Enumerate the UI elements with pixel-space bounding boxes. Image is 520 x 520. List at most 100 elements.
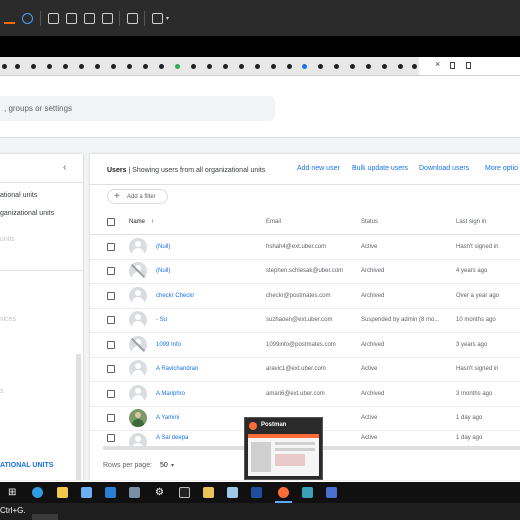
tab-favicon[interactable] bbox=[77, 59, 85, 73]
row-checkbox[interactable] bbox=[107, 292, 115, 300]
tab-favicon[interactable] bbox=[45, 59, 53, 73]
select-all-checkbox[interactable] bbox=[107, 218, 115, 226]
mail-icon[interactable] bbox=[105, 487, 116, 498]
user-name[interactable]: (Null) bbox=[156, 244, 170, 250]
edge-icon[interactable] bbox=[32, 487, 43, 498]
row-checkbox[interactable] bbox=[107, 434, 115, 442]
user-name[interactable]: (Null) bbox=[156, 268, 170, 274]
row-checkbox[interactable] bbox=[107, 390, 115, 398]
table-row[interactable]: A Mariphro amari6@ext.uber.com Archived … bbox=[90, 382, 520, 407]
table-row[interactable]: - Su suzhaoen@ext.uber.com Suspended by … bbox=[90, 308, 520, 333]
timer-icon[interactable] bbox=[22, 13, 33, 24]
column-status[interactable]: Status bbox=[361, 219, 378, 225]
layout-center-icon[interactable] bbox=[84, 13, 95, 24]
toolbar-dropdown-icon[interactable]: ▾ bbox=[166, 15, 169, 22]
tab-favicon[interactable] bbox=[364, 59, 372, 73]
tab-favicon[interactable] bbox=[285, 59, 293, 73]
users-subtitle: | Showing users from all organizational … bbox=[128, 167, 266, 174]
table-row[interactable]: checkr Checkr checkr@postmates.com Archi… bbox=[90, 284, 520, 309]
sidebar-item-sub-org-units[interactable]: ganizational units bbox=[0, 210, 54, 217]
user-name[interactable]: A Sai deepa bbox=[156, 435, 188, 441]
tab-favicon[interactable] bbox=[93, 59, 101, 73]
user-name[interactable]: A Mariphro bbox=[156, 391, 185, 397]
tab-favicon[interactable] bbox=[205, 59, 213, 73]
start-icon[interactable]: ⊞ bbox=[8, 487, 19, 498]
column-name[interactable]: Name bbox=[129, 219, 145, 225]
dot-icon bbox=[349, 63, 355, 69]
tab-favicon[interactable] bbox=[125, 59, 133, 73]
row-checkbox[interactable] bbox=[107, 316, 115, 324]
app-icon[interactable] bbox=[302, 487, 313, 498]
taskbar-preview-postman[interactable]: Postman bbox=[244, 417, 323, 480]
table-row[interactable]: (Null) stephen.schlesak@uber.com Archive… bbox=[90, 259, 520, 284]
file-explorer-icon[interactable] bbox=[57, 487, 68, 498]
tab-favicon[interactable] bbox=[13, 59, 21, 73]
tab-favicon[interactable] bbox=[348, 59, 356, 73]
chevron-down-icon[interactable]: ▾ bbox=[171, 462, 174, 469]
tab-favicon[interactable] bbox=[253, 59, 261, 73]
sidebar-org-units-footer[interactable]: ATIONAL UNITS bbox=[0, 462, 53, 469]
tab-favicon[interactable] bbox=[61, 59, 69, 73]
tab-favicon[interactable] bbox=[396, 59, 404, 73]
more-options-button[interactable]: More optio bbox=[485, 165, 518, 172]
tab-favicon[interactable] bbox=[316, 59, 324, 73]
tab-favicon[interactable] bbox=[221, 59, 229, 73]
add-filter-button[interactable]: + Add a filter bbox=[107, 189, 168, 204]
tab-favicon[interactable] bbox=[332, 59, 340, 73]
settings-gear-icon[interactable]: ⚙ bbox=[155, 487, 166, 498]
column-last-sign-in[interactable]: Last sign in bbox=[456, 219, 486, 225]
tab-favicon[interactable] bbox=[29, 59, 37, 73]
terminal-icon[interactable] bbox=[127, 13, 138, 24]
table-row[interactable]: (Null) hshah4@ext.uber.com Active Hasn't… bbox=[90, 235, 520, 260]
tab-favicon[interactable] bbox=[269, 59, 277, 73]
row-checkbox[interactable] bbox=[107, 365, 115, 373]
user-name[interactable]: A Yamini bbox=[156, 415, 179, 421]
postman-taskbar-icon[interactable] bbox=[278, 487, 289, 498]
search-bar[interactable]: , groups or settings bbox=[0, 96, 275, 121]
table-row[interactable]: 1099 Info 1099info@postmates.com Archive… bbox=[90, 333, 520, 358]
row-checkbox[interactable] bbox=[107, 243, 115, 251]
layout-right-icon[interactable] bbox=[102, 13, 113, 24]
user-name[interactable]: A Ravichandran bbox=[156, 366, 198, 372]
user-name[interactable]: - Su bbox=[156, 317, 167, 323]
rows-per-page-select[interactable]: 50 bbox=[160, 462, 168, 469]
tab-favicon[interactable] bbox=[0, 59, 8, 73]
add-new-user-button[interactable]: Add new user bbox=[297, 165, 340, 172]
layout-bottom-icon[interactable] bbox=[66, 13, 77, 24]
sidebar-scrollbar[interactable] bbox=[76, 354, 81, 480]
app-icon[interactable] bbox=[129, 487, 140, 498]
sidebar-item-org-units[interactable]: ational units bbox=[0, 192, 37, 199]
close-icon[interactable]: × bbox=[435, 59, 440, 69]
tab-favicon[interactable] bbox=[189, 59, 197, 73]
tab-favicon[interactable] bbox=[410, 59, 418, 73]
row-checkbox[interactable] bbox=[107, 414, 115, 422]
sort-arrow-icon[interactable]: ↑ bbox=[151, 219, 154, 225]
tab-favicon[interactable] bbox=[173, 59, 181, 73]
row-checkbox[interactable] bbox=[107, 267, 115, 275]
layout-left-icon[interactable] bbox=[48, 13, 59, 24]
bulk-update-users-button[interactable]: Bulk update users bbox=[352, 165, 408, 172]
expand-icon[interactable] bbox=[152, 13, 163, 24]
folder-icon[interactable] bbox=[203, 487, 214, 498]
store-icon[interactable] bbox=[81, 487, 92, 498]
tab-favicon[interactable] bbox=[300, 59, 308, 73]
terminal-app-icon[interactable] bbox=[179, 487, 190, 498]
tab-favicon[interactable] bbox=[380, 59, 388, 73]
tab-favicon[interactable] bbox=[109, 59, 117, 73]
collapse-icon[interactable]: ‹ bbox=[63, 162, 66, 173]
user-name[interactable]: checkr Checkr bbox=[156, 293, 194, 299]
powershell-icon[interactable] bbox=[251, 487, 262, 498]
download-users-button[interactable]: Download users bbox=[419, 165, 469, 172]
row-checkbox[interactable] bbox=[107, 341, 115, 349]
page-icon[interactable] bbox=[466, 62, 471, 69]
tab-favicon[interactable] bbox=[237, 59, 245, 73]
user-name[interactable]: 1099 Info bbox=[156, 342, 181, 348]
app-icon[interactable] bbox=[326, 487, 337, 498]
remote-desktop-icon[interactable] bbox=[227, 487, 238, 498]
table-row[interactable]: A Ravichandran aravic1@ext.uber.com Acti… bbox=[90, 357, 520, 382]
user-last-sign-in: Over a year ago bbox=[456, 293, 500, 299]
tab-favicon[interactable] bbox=[141, 59, 149, 73]
record-icon[interactable] bbox=[4, 13, 15, 24]
tab-favicon[interactable] bbox=[157, 59, 165, 73]
column-email[interactable]: Email bbox=[266, 219, 281, 225]
